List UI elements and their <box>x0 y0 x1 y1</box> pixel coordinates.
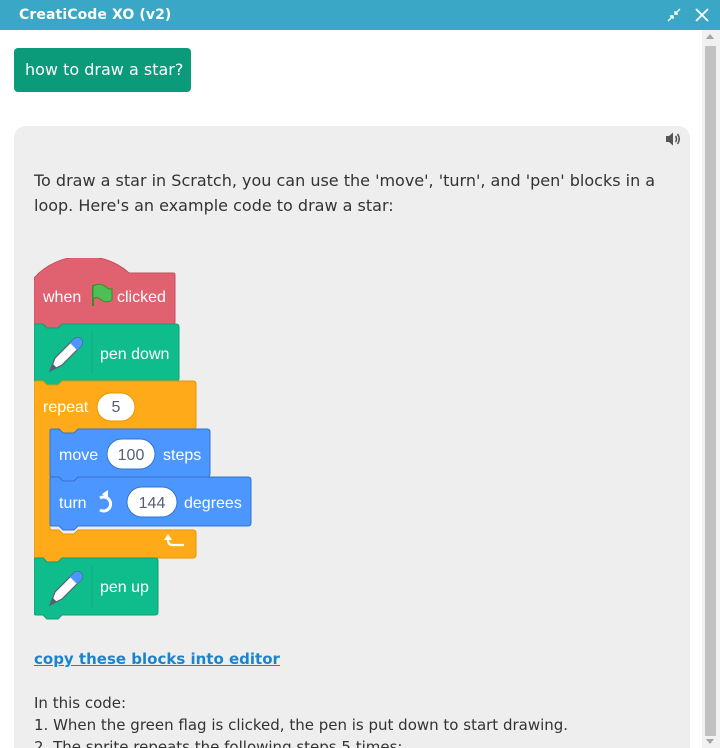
window-controls <box>666 0 710 30</box>
answer-intro: To draw a star in Scratch, you can use t… <box>34 171 656 215</box>
hat-clicked-label: clicked <box>117 289 166 306</box>
speaker-icon[interactable] <box>664 131 682 151</box>
vertical-scrollbar[interactable] <box>702 30 720 748</box>
pen-up-block[interactable]: pen up <box>33 557 159 620</box>
scratch-blocks-svg: when clicked pen down repeat 5 move 100 … <box>33 255 252 620</box>
when-flag-clicked-block[interactable]: when clicked <box>33 255 176 329</box>
explanation-line: In this code: <box>34 694 127 712</box>
scroll-down-arrow-icon[interactable] <box>706 739 714 744</box>
explanation-line: 1. When the green flag is clicked, the p… <box>34 716 569 734</box>
minimize-icon[interactable] <box>666 7 682 23</box>
pen-down-label: pen down <box>100 346 169 363</box>
chat-content: how to draw a star? To draw a star in Sc… <box>0 30 702 748</box>
pen-down-block[interactable]: pen down <box>33 323 180 386</box>
pen-up-label: pen up <box>100 579 149 596</box>
turn-unit-label: degrees <box>184 495 242 512</box>
copy-blocks-link[interactable]: copy these blocks into editor <box>34 650 280 668</box>
close-icon[interactable] <box>694 7 710 23</box>
turn-degrees-block[interactable]: turn 144 degrees <box>49 476 252 531</box>
scroll-thumb[interactable] <box>705 46 716 736</box>
assistant-answer: To draw a star in Scratch, you can use t… <box>14 126 690 748</box>
move-unit-label: steps <box>163 447 201 464</box>
user-message: how to draw a star? <box>14 48 191 92</box>
move-steps-block[interactable]: move 100 steps <box>49 428 211 482</box>
scratch-blocks: when clicked pen down repeat 5 move 100 … <box>33 255 274 628</box>
hat-when-label: when <box>42 289 81 306</box>
answer-explanation: In this code: 1. When the green flag is … <box>34 692 674 748</box>
explanation-line: 2. The sprite repeats the following step… <box>34 738 403 748</box>
repeat-count-value: 5 <box>112 399 121 416</box>
scroll-up-arrow-icon[interactable] <box>706 34 714 39</box>
turn-degrees-value: 144 <box>139 495 166 512</box>
move-steps-value: 100 <box>118 447 145 464</box>
repeat-label: repeat <box>43 399 89 416</box>
turn-label: turn <box>59 495 87 512</box>
window-title: CreatiCode XO (v2) <box>19 7 172 23</box>
move-label: move <box>59 447 98 464</box>
title-bar: CreatiCode XO (v2) <box>0 0 720 30</box>
